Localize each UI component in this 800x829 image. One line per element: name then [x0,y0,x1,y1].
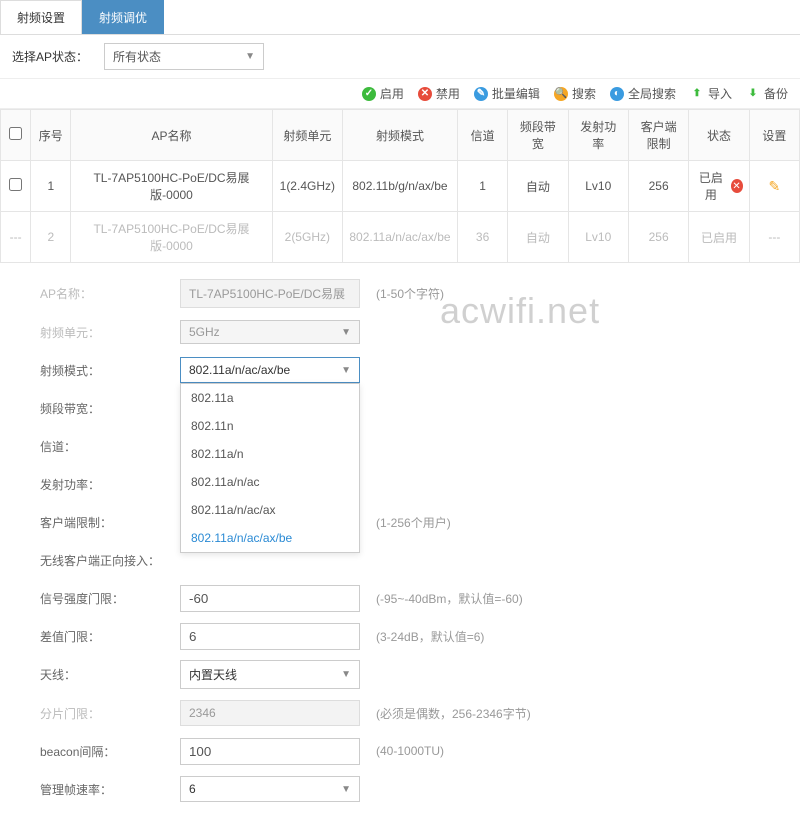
detail-form: AP名称： TL-7AP5100HC-PoE/DC易展 (1-50个字符) 射频… [0,263,800,829]
tab-bar: 射频设置 射频调优 [0,0,800,35]
col-channel: 信道 [457,110,507,161]
chevron-down-icon: ▼ [341,784,351,795]
label-diff: 差值门限： [40,628,180,645]
col-rf-mode: 射频模式 [343,110,458,161]
chevron-down-icon: ▼ [341,365,351,376]
label-bandwidth: 频段带宽： [40,400,180,417]
batch-edit-button[interactable]: ✎批量编辑 [474,85,540,102]
global-search-button[interactable]: ◐全局搜索 [610,85,676,102]
col-seq: 序号 [31,110,71,161]
disable-icon: ✕ [731,179,743,193]
rf-mode-select[interactable]: 802.11a/n/ac/ax/be ▼ [180,357,360,383]
diff-input[interactable] [180,623,360,650]
col-status: 状态 [689,110,749,161]
rf-mode-option[interactable]: 802.11a/n/ac/ax/be [181,524,359,552]
chevron-down-icon: ▼ [341,327,351,338]
status-badge[interactable]: 已启用✕ [695,169,742,203]
label-beacon: beacon间隔： [40,743,180,760]
col-bandwidth: 频段带宽 [508,110,568,161]
rf-mode-option[interactable]: 802.11a/n/ac/ax [181,496,359,524]
hint-frag: (必须是偶数，256-2346字节) [376,705,531,722]
label-rssi: 信号强度门限： [40,590,180,607]
label-wlan-redirect: 无线客户端正向接入： [40,552,180,569]
label-tx-power: 发射功率： [40,476,180,493]
table-row: 1 TL-7AP5100HC-PoE/DC易展版-0000 1(2.4GHz) … [1,161,800,212]
import-button[interactable]: ⬆导入 [690,85,732,102]
col-tx-power: 发射功率 [568,110,628,161]
ap-status-select[interactable]: 所有状态 ▼ [104,43,264,70]
search-button[interactable]: 🔍搜索 [554,85,596,102]
rssi-input[interactable] [180,585,360,612]
col-client-limit: 客户端限制 [628,110,688,161]
tab-rf-settings[interactable]: 射频设置 [0,0,82,34]
status-badge: 已启用 [701,231,737,245]
col-settings: 设置 [749,110,799,161]
edit-icon[interactable]: ✎ [768,178,780,194]
rf-unit-select: 5GHz ▼ [180,320,360,344]
rf-mode-option[interactable]: 802.11n [181,412,359,440]
download-icon: ⬇ [746,87,760,101]
ap-table: 序号 AP名称 射频单元 射频模式 信道 频段带宽 发射功率 客户端限制 状态 … [0,109,800,263]
backup-button[interactable]: ⬇备份 [746,85,788,102]
col-rf-unit: 射频单元 [272,110,342,161]
mgmt-rate-select[interactable]: 6 ▼ [180,776,360,802]
rf-mode-option[interactable]: 802.11a/n/ac [181,468,359,496]
hint-diff: (3-24dB，默认值=6) [376,628,484,645]
label-mgmt-rate: 管理帧速率： [40,781,180,798]
ap-name-field: TL-7AP5100HC-PoE/DC易展 [180,279,360,308]
upload-icon: ⬆ [690,87,704,101]
hint-ap-name: (1-50个字符) [376,285,444,302]
select-all-checkbox[interactable] [9,127,22,140]
rf-mode-option[interactable]: 802.11a [181,384,359,412]
globe-icon: ◐ [610,87,624,101]
rf-mode-dropdown: 802.11a 802.11n 802.11a/n 802.11a/n/ac 8… [180,383,360,553]
label-rf-mode: 射频模式： [40,362,180,379]
enable-button[interactable]: ✓启用 [362,85,404,102]
chevron-down-icon: ▼ [341,669,351,680]
pencil-icon: ✎ [474,87,488,101]
tab-rf-tuning[interactable]: 射频调优 [82,0,164,34]
label-client-limit: 客户端限制： [40,514,180,531]
filter-row: 选择AP状态： 所有状态 ▼ [0,35,800,78]
filter-label: 选择AP状态： [12,48,88,65]
label-ap-name: AP名称： [40,285,180,302]
row-checkbox[interactable] [9,178,22,191]
label-frag: 分片门限： [40,705,180,722]
search-icon: 🔍 [554,87,568,101]
label-antenna: 天线： [40,666,180,683]
chevron-down-icon: ▼ [245,51,255,62]
hint-beacon: (40-1000TU) [376,744,444,758]
toolbar: ✓启用 ✕禁用 ✎批量编辑 🔍搜索 ◐全局搜索 ⬆导入 ⬇备份 [0,78,800,109]
antenna-select[interactable]: 内置天线 ▼ [180,660,360,689]
disable-button[interactable]: ✕禁用 [418,85,460,102]
hint-rssi: (-95~-40dBm，默认值=-60) [376,590,523,607]
beacon-input[interactable] [180,738,360,765]
rf-mode-option[interactable]: 802.11a/n [181,440,359,468]
table-row: --- 2 TL-7AP5100HC-PoE/DC易展版-0000 2(5GHz… [1,212,800,263]
col-ap-name: AP名称 [71,110,272,161]
frag-input: 2346 [180,700,360,726]
label-channel: 信道： [40,438,180,455]
hint-client-limit: (1-256个用户) [376,514,451,531]
ap-status-value: 所有状态 [113,48,161,65]
x-icon: ✕ [418,87,432,101]
label-rf-unit: 射频单元： [40,324,180,341]
check-icon: ✓ [362,87,376,101]
